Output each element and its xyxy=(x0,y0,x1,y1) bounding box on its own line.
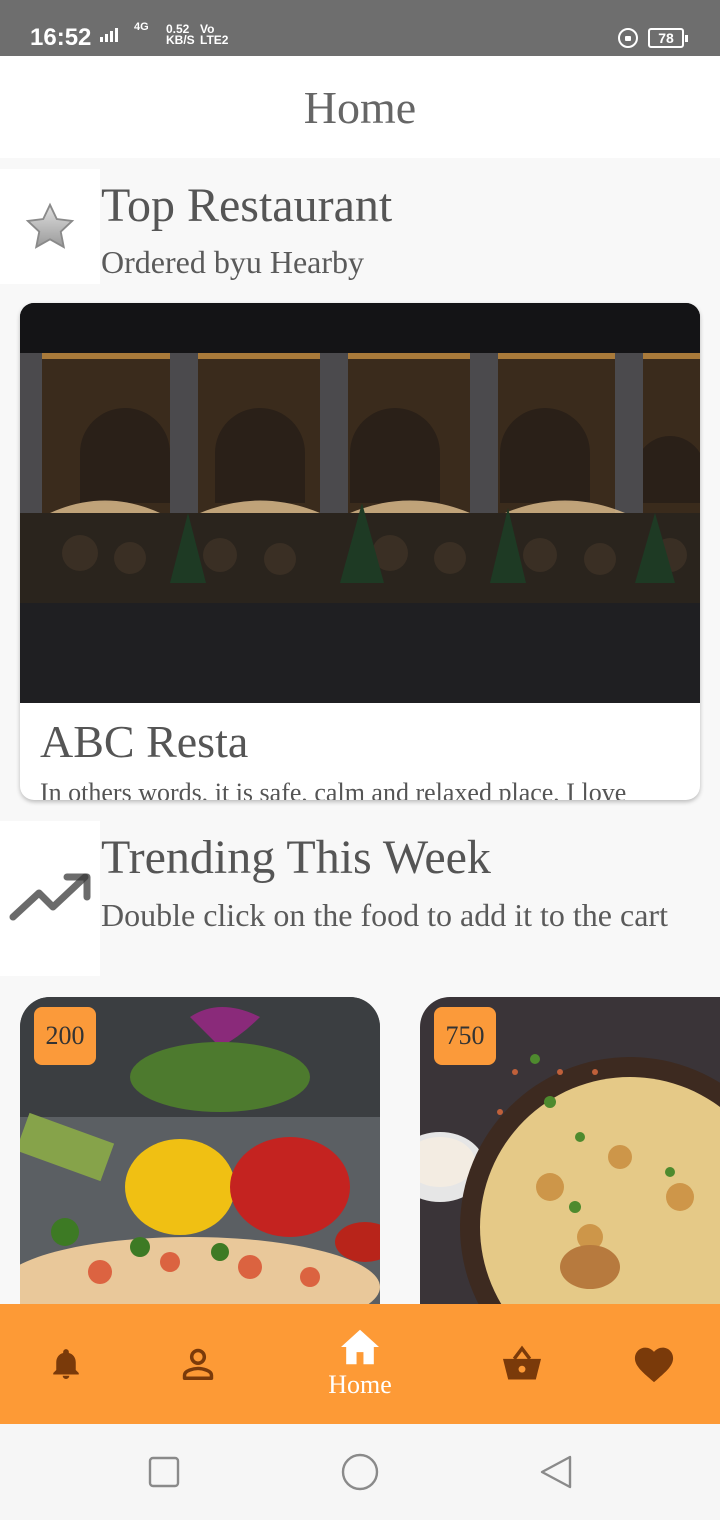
food-card[interactable]: 200 xyxy=(20,997,380,1307)
restaurant-photo xyxy=(20,303,700,703)
bottom-navigation: Home xyxy=(0,1304,720,1424)
rotation-lock-icon xyxy=(618,28,638,48)
signal-icon xyxy=(100,28,118,42)
top-restaurant-icon-box xyxy=(0,169,100,284)
basket-icon xyxy=(503,1345,541,1380)
app-bar: Home xyxy=(0,56,720,158)
network-speed: 0.52 KB/S xyxy=(166,23,195,47)
nav-item-notifications[interactable] xyxy=(36,1304,96,1424)
top-restaurant-subtitle: Ordered byu Hearby xyxy=(101,244,364,280)
trending-up-icon xyxy=(9,873,91,920)
volte-indicator: Vo LTE2 xyxy=(200,23,229,47)
restaurant-card[interactable]: ABC Resta In others words, it is safe, c… xyxy=(20,303,700,800)
status-time: 16:52 xyxy=(30,24,92,51)
back-icon[interactable] xyxy=(538,1454,574,1490)
person-icon xyxy=(182,1348,214,1380)
trending-subtitle: Double click on the food to add it to th… xyxy=(101,897,668,933)
nav-label-home: Home xyxy=(328,1370,392,1399)
recent-apps-icon[interactable] xyxy=(148,1456,180,1488)
top-restaurant-title: Top Restaurant xyxy=(101,179,393,232)
bell-icon xyxy=(53,1349,79,1379)
speed-unit: KB/S xyxy=(166,33,195,47)
star-icon xyxy=(25,202,75,249)
restaurant-name: ABC Resta xyxy=(40,716,249,767)
volte-bottom: LTE2 xyxy=(200,33,229,47)
battery-icon: 78 xyxy=(648,28,688,48)
food-card[interactable]: 750 xyxy=(420,997,720,1307)
page-title: Home xyxy=(303,82,417,133)
restaurant-description: In others words, it is safe, calm and re… xyxy=(40,778,627,800)
heart-icon xyxy=(634,1347,674,1383)
nav-item-profile[interactable] xyxy=(168,1304,228,1424)
home-circle-icon[interactable] xyxy=(341,1453,379,1491)
nav-item-favorites[interactable] xyxy=(624,1304,684,1424)
system-navigation-bar xyxy=(0,1424,720,1520)
network-type: 4G xyxy=(134,21,149,33)
network-label: 4G xyxy=(134,21,149,33)
nav-item-cart[interactable] xyxy=(492,1304,552,1424)
trending-title: Trending This Week xyxy=(101,831,491,884)
trending-icon-box xyxy=(0,821,100,976)
nav-item-home[interactable]: Home xyxy=(300,1304,420,1424)
food-price-badge: 750 xyxy=(434,1007,496,1065)
status-bar: 16:52 4G 0.52 KB/S Vo LTE2 78 xyxy=(0,0,720,56)
food-price-badge: 200 xyxy=(34,1007,96,1065)
home-icon xyxy=(341,1329,379,1365)
